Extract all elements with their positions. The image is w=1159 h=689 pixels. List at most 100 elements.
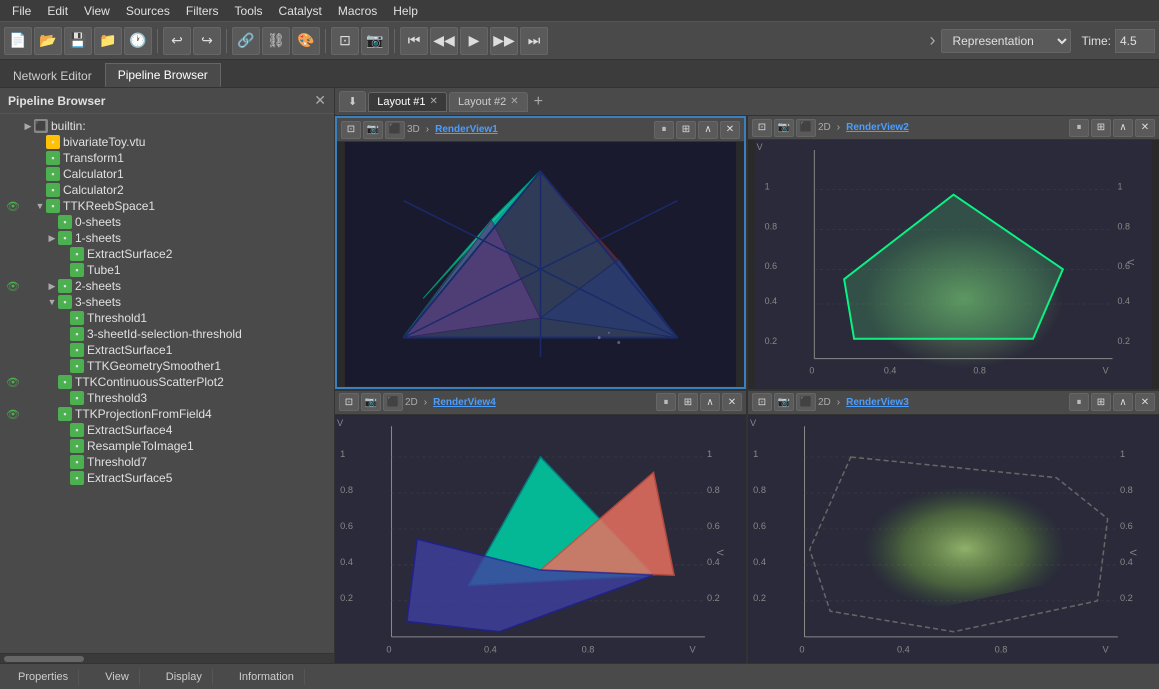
rv2-layout-btn[interactable]: ⊞ xyxy=(1091,119,1111,137)
rv3-layout-btn[interactable]: ⊞ xyxy=(1091,393,1111,411)
statusbar-tab-display[interactable]: Display xyxy=(156,669,213,685)
toggle-ttkreebspace1[interactable]: ▼ xyxy=(34,200,46,212)
rv4-up-btn[interactable]: ∧ xyxy=(700,393,720,411)
recent-button[interactable]: 🕐 xyxy=(124,27,152,55)
rv2-snap-btn[interactable]: ⬛ xyxy=(796,119,816,137)
sidebar-close-button[interactable]: ✕ xyxy=(314,92,326,109)
rv4-snap-btn[interactable]: ⬛ xyxy=(383,393,403,411)
rv3-label[interactable]: RenderView3 xyxy=(846,397,909,408)
statusbar-tab-view[interactable]: View xyxy=(95,669,140,685)
load-state-button[interactable]: 📁 xyxy=(94,27,122,55)
rv1-close-btn[interactable]: ✕ xyxy=(720,121,740,139)
layout-tab-2-close[interactable]: ✕ xyxy=(510,96,518,107)
menu-macros[interactable]: Macros xyxy=(330,2,385,20)
tree-item-bivariate[interactable]: ▪ bivariateToy.vtu xyxy=(0,134,334,150)
rv3-close-btn[interactable]: ✕ xyxy=(1135,393,1155,411)
rv2-label[interactable]: RenderView2 xyxy=(846,122,909,133)
rv1-expand[interactable]: › xyxy=(426,124,429,135)
rv2-camera-btn[interactable]: ⊡ xyxy=(752,119,772,137)
layout-tab-1[interactable]: Layout #1 ✕ xyxy=(368,92,447,112)
undo-button[interactable]: ↩ xyxy=(163,27,191,55)
tree-item-calculator2[interactable]: ▪ Calculator2 xyxy=(0,182,334,198)
tree-item-tube1[interactable]: ▪ Tube1 xyxy=(0,262,334,278)
rv1-pause-btn[interactable]: ⏸ xyxy=(654,121,674,139)
tree-item-builtin[interactable]: ▶ ⬛ builtin: xyxy=(0,118,334,134)
tab-pipeline-browser[interactable]: Pipeline Browser xyxy=(105,63,221,87)
tree-item-resample[interactable]: ▪ ResampleToImage1 xyxy=(0,438,334,454)
statusbar-tab-properties[interactable]: Properties xyxy=(8,669,79,685)
tree-item-2sheets[interactable]: 👁 ▶ ▪ 2-sheets xyxy=(0,278,334,294)
menu-file[interactable]: File xyxy=(4,2,39,20)
tree-item-transform1[interactable]: ▪ Transform1 xyxy=(0,150,334,166)
toggle-1sheets[interactable]: ▶ xyxy=(46,232,58,244)
menu-tools[interactable]: Tools xyxy=(227,2,271,20)
rv3-screenshot-btn[interactable]: 📷 xyxy=(774,393,794,411)
rv4-label[interactable]: RenderView4 xyxy=(433,397,496,408)
next-frame-button[interactable]: ▶▶ xyxy=(490,27,518,55)
rv1-up-btn[interactable]: ∧ xyxy=(698,121,718,139)
renderview2-content[interactable]: 1 0.8 0.6 0.4 0.2 0 0.4 0.8 V V xyxy=(748,140,1159,389)
tree-item-threshold1[interactable]: ▪ Threshold1 xyxy=(0,310,334,326)
rv4-expand[interactable]: › xyxy=(424,397,427,408)
redo-button[interactable]: ↪ xyxy=(193,27,221,55)
rv1-snap-btn[interactable]: ⬛ xyxy=(385,121,405,139)
tree-item-calculator1[interactable]: ▪ Calculator1 xyxy=(0,166,334,182)
vis-col-ttkcont[interactable]: 👁 xyxy=(4,376,22,389)
first-frame-button[interactable]: ⏮ xyxy=(400,27,428,55)
tree-item-extractsurface4[interactable]: ▪ ExtractSurface4 xyxy=(0,422,334,438)
rv1-label[interactable]: RenderView1 xyxy=(435,124,498,135)
tab-network-editor[interactable]: Network Editor xyxy=(0,64,105,87)
tree-item-extractsurface1[interactable]: ▪ ExtractSurface1 xyxy=(0,342,334,358)
rv3-expand[interactable]: › xyxy=(837,397,840,408)
rv1-camera-btn[interactable]: ⊡ xyxy=(341,121,361,139)
rv4-pause-btn[interactable]: ⏸ xyxy=(656,393,676,411)
tree-item-ttkreebspace1[interactable]: 👁 ▼ ▪ TTKReebSpace1 xyxy=(0,198,334,214)
toggle-3sheets[interactable]: ▼ xyxy=(46,296,58,308)
rv4-close-btn[interactable]: ✕ xyxy=(722,393,742,411)
menu-edit[interactable]: Edit xyxy=(39,2,76,20)
reset-camera-button[interactable]: ⊡ xyxy=(331,27,359,55)
rv2-close-btn[interactable]: ✕ xyxy=(1135,119,1155,137)
screenshot-button[interactable]: 📷 xyxy=(361,27,389,55)
renderview4-content[interactable]: 1 0.8 0.6 0.4 0.2 0 0.4 0.8 V V xyxy=(335,415,746,664)
connect-button[interactable]: 🔗 xyxy=(232,27,260,55)
rv2-expand[interactable]: › xyxy=(837,122,840,133)
rv2-pause-btn[interactable]: ⏸ xyxy=(1069,119,1089,137)
rv4-camera-btn[interactable]: ⊡ xyxy=(339,393,359,411)
time-input[interactable] xyxy=(1115,29,1155,53)
layout-tab-arrow[interactable]: ⬇ xyxy=(339,91,366,112)
layout-tab-2[interactable]: Layout #2 ✕ xyxy=(449,92,528,112)
rv2-screenshot-btn[interactable]: 📷 xyxy=(774,119,794,137)
tree-item-ttkproj[interactable]: 👁 ▪ TTKProjectionFromField4 xyxy=(0,406,334,422)
menu-catalyst[interactable]: Catalyst xyxy=(271,2,330,20)
rv3-camera-btn[interactable]: ⊡ xyxy=(752,393,772,411)
statusbar-tab-information[interactable]: Information xyxy=(229,669,305,685)
layout-tab-1-close[interactable]: ✕ xyxy=(430,96,438,107)
rv3-pause-btn[interactable]: ⏸ xyxy=(1069,393,1089,411)
tree-item-ttkgeo[interactable]: ▪ TTKGeometrySmoother1 xyxy=(0,358,334,374)
vis-col-2sheets[interactable]: 👁 xyxy=(4,280,22,293)
menu-view[interactable]: View xyxy=(76,2,118,20)
rv4-screenshot-btn[interactable]: 📷 xyxy=(361,393,381,411)
tree-item-1sheets[interactable]: ▶ ▪ 1-sheets xyxy=(0,230,334,246)
rv1-layout-btn[interactable]: ⊞ xyxy=(676,121,696,139)
rv1-screenshot-btn[interactable]: 📷 xyxy=(363,121,383,139)
menu-sources[interactable]: Sources xyxy=(118,2,178,20)
toggle-builtin[interactable]: ▶ xyxy=(22,120,34,132)
open-button[interactable]: 📂 xyxy=(34,27,62,55)
toolbar-expand-arrow[interactable]: › xyxy=(925,30,939,51)
tree-item-extractsurface5[interactable]: ▪ ExtractSurface5 xyxy=(0,470,334,486)
new-button[interactable]: 📄 xyxy=(4,27,32,55)
save-state-button[interactable]: 💾 xyxy=(64,27,92,55)
tree-item-threshold3[interactable]: ▪ Threshold3 xyxy=(0,390,334,406)
tree-item-threshold7[interactable]: ▪ Threshold7 xyxy=(0,454,334,470)
tree-item-3sheets[interactable]: ▼ ▪ 3-sheets xyxy=(0,294,334,310)
menu-filters[interactable]: Filters xyxy=(178,2,227,20)
renderview1-content[interactable] xyxy=(337,142,744,387)
tree-item-ttkcont[interactable]: 👁 ▪ TTKContinuousScatterPlot2 xyxy=(0,374,334,390)
representation-select[interactable]: Representation xyxy=(941,29,1071,53)
rv4-layout-btn[interactable]: ⊞ xyxy=(678,393,698,411)
colormap-button[interactable]: 🎨 xyxy=(292,27,320,55)
tree-scrollbar[interactable] xyxy=(4,656,84,662)
tree-item-0sheets[interactable]: ▪ 0-sheets xyxy=(0,214,334,230)
